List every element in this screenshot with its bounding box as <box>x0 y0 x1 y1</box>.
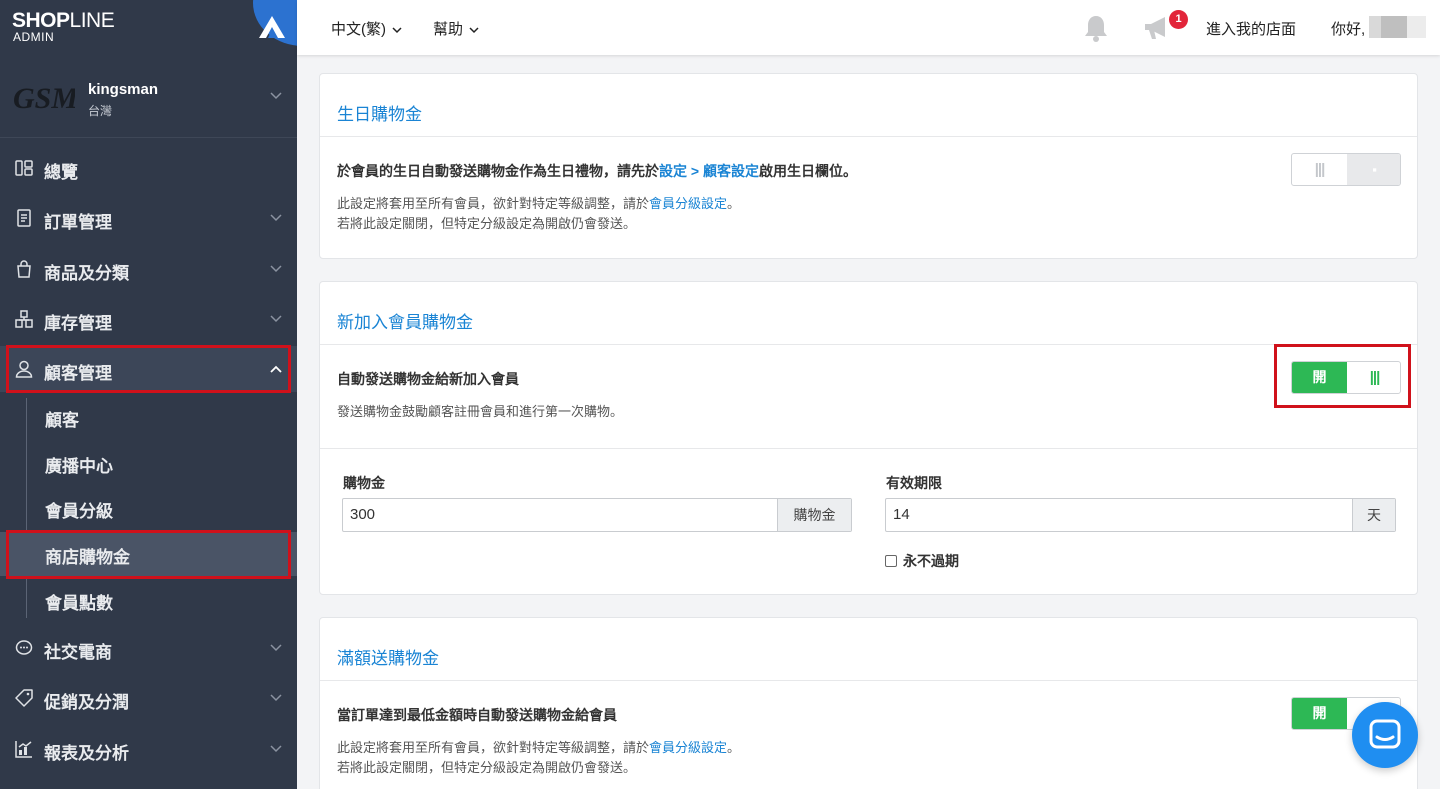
chat-widget-button[interactable] <box>1352 702 1418 768</box>
birthday-description: 於會員的生日自動發送購物金作為生日禮物，請先於設定 > 顧客設定啟用生日欄位。 <box>337 163 857 179</box>
tier-note: 此設定將套用至所有會員，欲針對特定等級調整，請於會員分級設定。 <box>337 740 741 755</box>
divider <box>320 136 1417 137</box>
sidebar-item-label: 報表及分析 <box>44 744 129 763</box>
validity-unit-addon: 天 <box>1352 499 1395 531</box>
new-member-note: 發送購物金鼓勵顧客註冊會員和進行第一次購物。 <box>337 404 624 419</box>
brand-header: SHOPLINE ADMIN <box>0 0 297 56</box>
never-expire-label: 永不過期 <box>903 553 959 569</box>
override-note: 若將此設定關閉，但特定分級設定為開啟仍會發送。 <box>337 216 637 231</box>
sidebar-subitem-label: 會員點數 <box>45 594 113 613</box>
sidebar-item-orders[interactable]: 訂單管理 <box>0 195 297 241</box>
divider <box>320 680 1417 681</box>
sidebar: SHOPLINE ADMIN GSM kingsman 台灣 總覽 訂單管理 商… <box>0 0 297 789</box>
sidebar-subitem-label: 廣播中心 <box>45 457 113 476</box>
sidebar-item-label: 社交電商 <box>44 643 112 662</box>
birthday-credit-card: 生日購物金 於會員的生日自動發送購物金作為生日禮物，請先於設定 > 顧客設定啟用… <box>319 73 1418 259</box>
validity-label: 有效期限 <box>886 475 942 491</box>
highlight-box <box>1274 344 1411 408</box>
sidebar-subitem-label: 顧客 <box>45 411 79 430</box>
never-expire-checkbox[interactable] <box>885 555 897 567</box>
sidebar-subitem-label: 會員分級 <box>45 502 113 521</box>
sidebar-subitem-customers[interactable]: 顧客 <box>0 395 297 439</box>
validity-input[interactable]: 14 <box>886 499 1352 531</box>
highlight-box <box>6 530 291 579</box>
triangle-logo-icon[interactable] <box>258 15 286 39</box>
dashboard-icon <box>15 160 33 176</box>
divider <box>320 344 1417 345</box>
sidebar-item-label: 促銷及分潤 <box>44 693 129 712</box>
sidebar-item-promotions[interactable]: 促銷及分潤 <box>0 675 297 721</box>
sidebar-item-social-commerce[interactable]: 社交電商 <box>0 625 297 671</box>
order-icon <box>17 209 31 227</box>
new-member-description: 自動發送購物金給新加入會員 <box>337 371 519 387</box>
birthday-toggle[interactable]: ||| ▪ <box>1291 153 1401 186</box>
override-note: 若將此設定關閉，但特定分級設定為開啟仍會發送。 <box>337 760 637 775</box>
chevron-down-icon <box>270 315 282 323</box>
validity-input-group: 14 天 <box>885 498 1396 532</box>
bag-icon <box>17 260 31 278</box>
credit-unit-addon: 購物金 <box>777 499 851 531</box>
top-header: 中文(繁) 幫助 1 進入我的店面 你好, <box>297 0 1440 55</box>
chevron-down-icon <box>392 27 402 34</box>
bell-icon[interactable] <box>1083 14 1109 42</box>
sidebar-subitem-broadcast[interactable]: 廣播中心 <box>0 441 297 485</box>
notification-badge: 1 <box>1169 10 1188 29</box>
tier-note: 此設定將套用至所有會員，欲針對特定等級調整，請於會員分級設定。 <box>337 196 741 211</box>
chevron-down-icon <box>469 27 479 34</box>
inventory-icon <box>15 310 33 328</box>
avatar[interactable] <box>1369 16 1426 38</box>
help-dropdown[interactable]: 幫助 <box>433 18 479 39</box>
admin-label: ADMIN <box>13 30 55 44</box>
chart-icon <box>15 741 32 758</box>
chevron-down-icon <box>270 644 282 652</box>
sidebar-item-reports[interactable]: 報表及分析 <box>0 726 297 772</box>
sidebar-item-inventory[interactable]: 庫存管理 <box>0 296 297 342</box>
store-logo: GSM <box>13 82 75 115</box>
visit-store-link[interactable]: 進入我的店面 <box>1206 18 1296 39</box>
credit-amount-label: 購物金 <box>343 475 385 491</box>
language-dropdown[interactable]: 中文(繁) <box>331 18 402 39</box>
card-title: 生日購物金 <box>337 105 422 124</box>
new-member-credit-card: 新加入會員購物金 自動發送購物金給新加入會員 發送購物金鼓勵顧客註冊會員和進行第… <box>319 281 1418 595</box>
highlight-box <box>6 345 291 393</box>
sidebar-subitem-member-points[interactable]: 會員點數 <box>0 578 297 622</box>
store-region: 台灣 <box>88 104 113 118</box>
toggle-grip-icon: ||| <box>1314 161 1326 178</box>
toggle-off-half: ▪ <box>1347 154 1400 185</box>
card-title: 新加入會員購物金 <box>337 313 473 332</box>
store-name: kingsman <box>88 81 159 98</box>
sidebar-item-dashboard[interactable]: 總覽 <box>0 145 297 191</box>
tag-icon <box>15 689 33 707</box>
sidebar-item-products[interactable]: 商品及分類 <box>0 246 297 292</box>
sidebar-subitem-membership-tier[interactable]: 會員分級 <box>0 486 297 530</box>
threshold-description: 當訂單達到最低金額時自動發送購物金給會員 <box>337 707 617 723</box>
store-switcher[interactable]: GSM kingsman 台灣 <box>0 56 297 138</box>
chevron-down-icon <box>270 745 282 753</box>
membership-tier-link[interactable]: 會員分級設定 <box>649 740 727 755</box>
chat-icon <box>1369 719 1401 749</box>
threshold-credit-card: 滿額送購物金 當訂單達到最低金額時自動發送購物金給會員 此設定將套用至所有會員，… <box>319 617 1418 789</box>
user-greeting[interactable]: 你好, <box>1331 18 1365 39</box>
card-title: 滿額送購物金 <box>337 649 439 668</box>
sidebar-item-label: 商品及分類 <box>44 264 129 283</box>
toggle-on-label: 開 <box>1292 698 1347 729</box>
sidebar-item-label: 庫存管理 <box>44 314 112 333</box>
sidebar-item-label: 訂單管理 <box>44 213 112 232</box>
chat-bubble-icon <box>15 640 33 655</box>
sidebar-item-label: 總覽 <box>44 163 78 182</box>
settings-link[interactable]: 設定 > 顧客設定 <box>659 163 759 179</box>
credit-amount-input-group: 300 購物金 <box>342 498 852 532</box>
membership-tier-link[interactable]: 會員分級設定 <box>649 196 727 211</box>
divider <box>320 448 1417 449</box>
chevron-down-icon <box>270 92 282 100</box>
chevron-down-icon <box>270 265 282 273</box>
credit-amount-input[interactable]: 300 <box>343 499 777 531</box>
chevron-down-icon <box>270 694 282 702</box>
chevron-down-icon <box>270 214 282 222</box>
never-expire-option[interactable]: 永不過期 <box>885 551 959 571</box>
